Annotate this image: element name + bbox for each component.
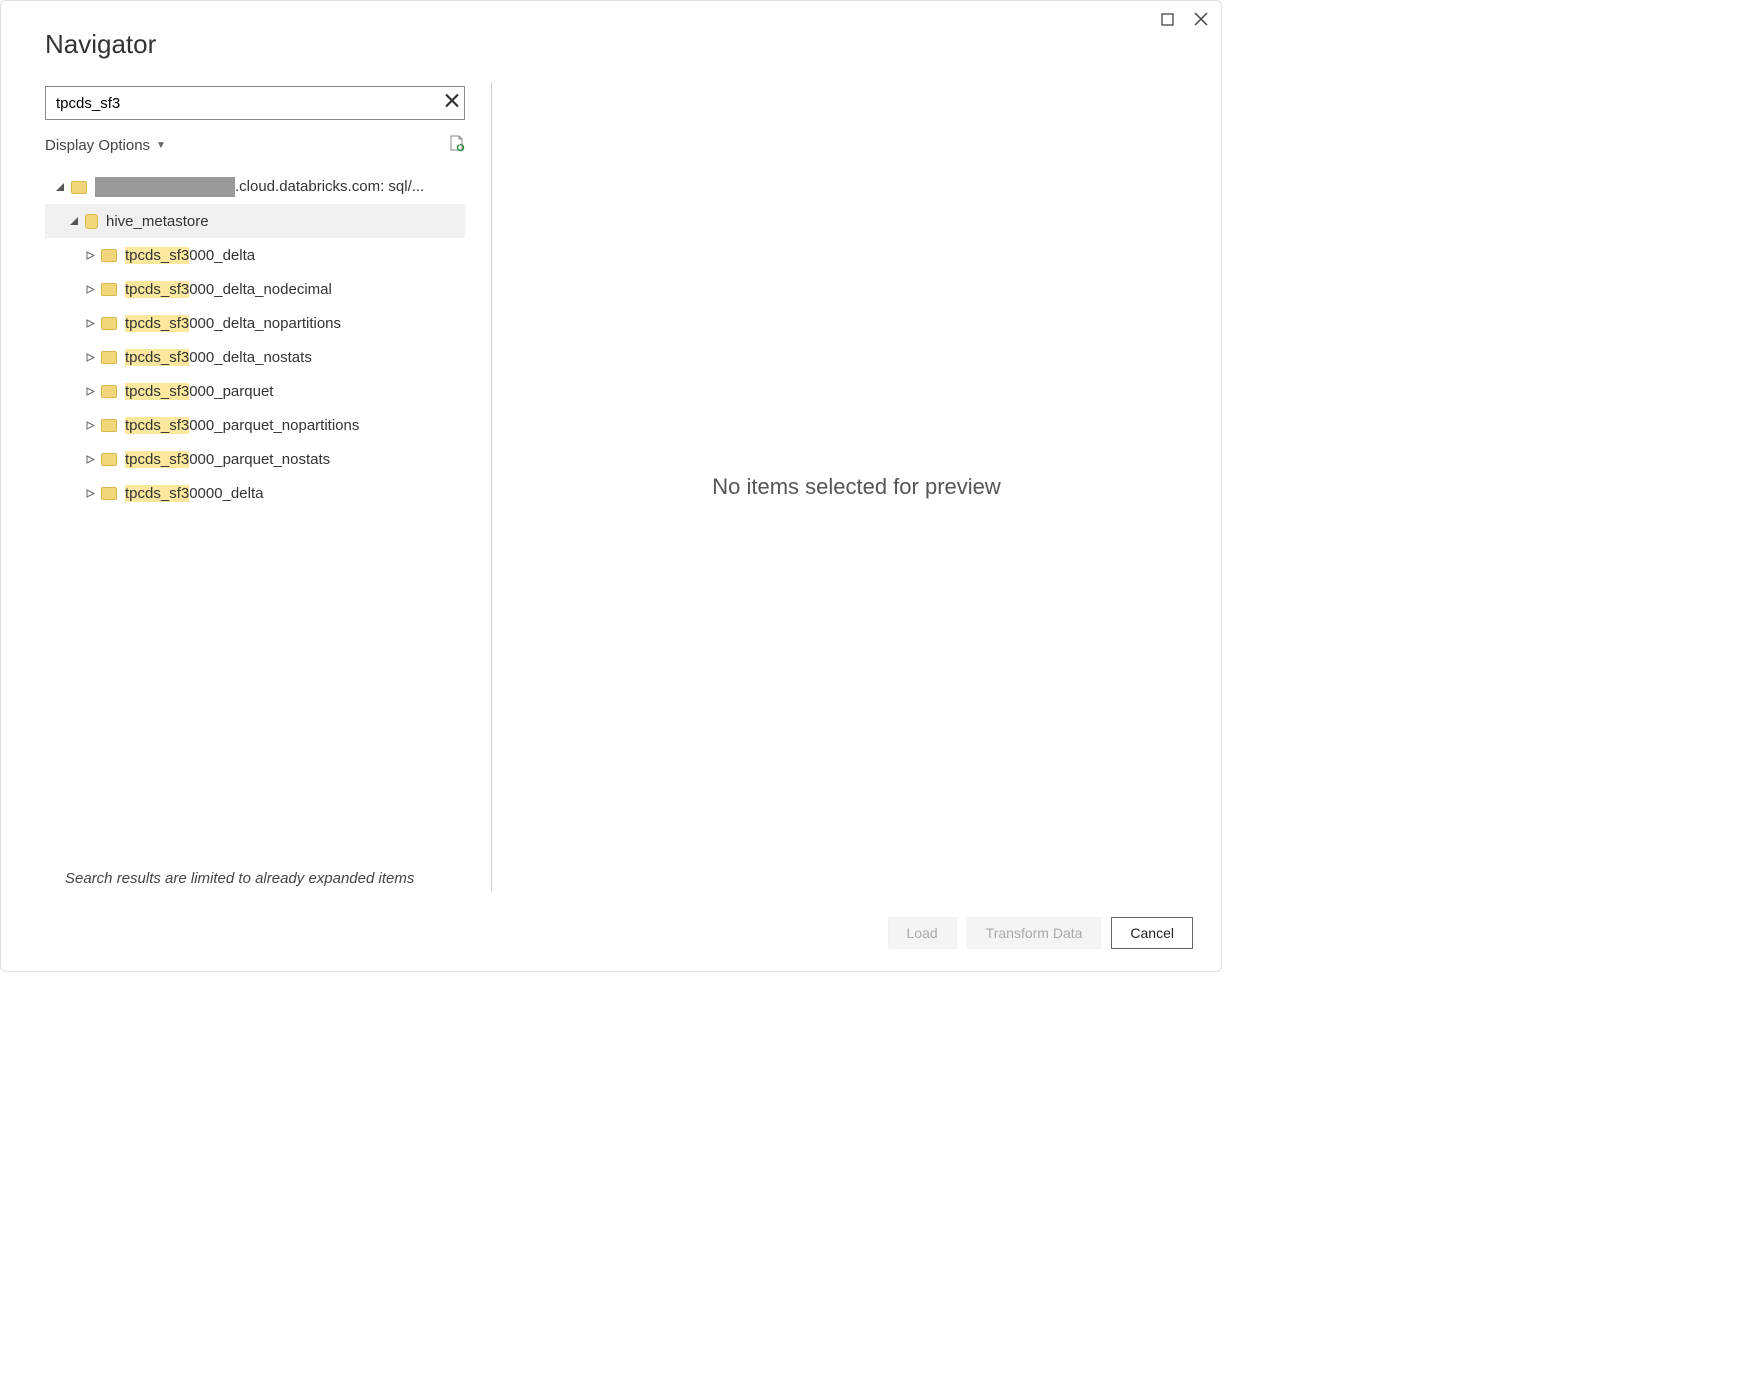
expander-collapsed-icon[interactable] [83, 455, 97, 464]
window-controls [1157, 9, 1211, 29]
dialog-button-row: Load Transform Data Cancel [1, 903, 1221, 971]
expander-collapsed-icon[interactable] [83, 421, 97, 430]
tree-item[interactable]: tpcds_sf3000_delta_nodecimal [45, 272, 465, 306]
close-icon[interactable] [1191, 9, 1211, 29]
expander-collapsed-icon[interactable] [83, 353, 97, 362]
folder-icon [101, 453, 117, 466]
tree-item-label: tpcds_sf3000_delta_nostats [125, 349, 312, 366]
search-limit-note: Search results are limited to already ex… [45, 870, 469, 903]
refresh-icon[interactable] [447, 134, 465, 156]
clear-search-icon[interactable] [445, 94, 459, 113]
folder-icon [101, 351, 117, 364]
folder-icon [101, 385, 117, 398]
cancel-button[interactable]: Cancel [1111, 917, 1193, 949]
expander-collapsed-icon[interactable] [83, 387, 97, 396]
chevron-down-icon: ▼ [156, 140, 166, 151]
redacted-text [95, 177, 235, 197]
tree-item-label: tpcds_sf3000_parquet [125, 383, 273, 400]
tree-item[interactable]: tpcds_sf30000_delta [45, 476, 465, 510]
maximize-icon[interactable] [1157, 9, 1177, 29]
tree-item-label: tpcds_sf3000_delta_nodecimal [125, 281, 332, 298]
folder-icon [101, 487, 117, 500]
page-title: Navigator [1, 1, 1221, 70]
display-options-dropdown[interactable]: Display Options ▼ [45, 137, 166, 154]
transform-data-button[interactable]: Transform Data [967, 917, 1102, 949]
tree-item-label: hive_metastore [106, 213, 209, 230]
search-box [45, 86, 465, 120]
tree-root-label: .cloud.databricks.com: sql/... [95, 177, 424, 197]
load-button[interactable]: Load [888, 917, 957, 949]
tree-item-label: tpcds_sf3000_delta_nopartitions [125, 315, 341, 332]
tree-item-label: tpcds_sf3000_delta [125, 247, 255, 264]
tree-item[interactable]: tpcds_sf3000_delta_nostats [45, 340, 465, 374]
expander-collapsed-icon[interactable] [83, 251, 97, 260]
tree-item[interactable]: tpcds_sf3000_parquet_nostats [45, 442, 465, 476]
tree-item-label: tpcds_sf30000_delta [125, 485, 263, 502]
expander-expanded-icon[interactable] [67, 216, 81, 226]
expander-collapsed-icon[interactable] [83, 319, 97, 328]
database-icon [85, 214, 98, 229]
tree-item[interactable]: tpcds_sf3000_parquet [45, 374, 465, 408]
tree-root[interactable]: .cloud.databricks.com: sql/... [45, 170, 465, 204]
tree-item[interactable]: tpcds_sf3000_delta_nopartitions [45, 306, 465, 340]
tree-item-label: tpcds_sf3000_parquet_nostats [125, 451, 330, 468]
expander-collapsed-icon[interactable] [83, 285, 97, 294]
folder-icon [101, 317, 117, 330]
tree-item[interactable]: tpcds_sf3000_delta [45, 238, 465, 272]
folder-icon [101, 419, 117, 432]
preview-empty-message: No items selected for preview [712, 474, 1001, 500]
tree-item-label: tpcds_sf3000_parquet_nopartitions [125, 417, 359, 434]
folder-icon [101, 249, 117, 262]
folder-icon [101, 283, 117, 296]
navigator-left-pane: Display Options ▼ .cl [1, 70, 491, 903]
tree-item[interactable]: tpcds_sf3000_parquet_nopartitions [45, 408, 465, 442]
expander-expanded-icon[interactable] [53, 182, 67, 192]
folder-icon [71, 181, 87, 194]
display-options-label: Display Options [45, 137, 150, 154]
tree-item-hive-metastore[interactable]: hive_metastore [45, 204, 465, 238]
expander-collapsed-icon[interactable] [83, 489, 97, 498]
search-input[interactable] [45, 86, 465, 120]
navigator-tree: .cloud.databricks.com: sql/... hive_meta… [45, 170, 465, 870]
preview-pane: No items selected for preview [492, 70, 1221, 903]
